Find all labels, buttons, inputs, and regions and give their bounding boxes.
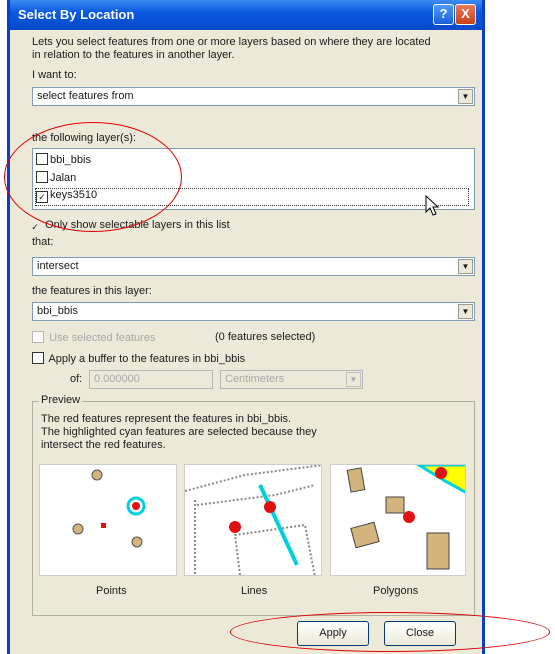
source-layer-select[interactable]: bbi_bbis ▼ (32, 302, 475, 321)
close-window-button[interactable]: X (455, 4, 476, 25)
layer-checkbox[interactable] (36, 171, 48, 183)
buffer-of-label: of: (70, 373, 83, 385)
method-select[interactable]: select features from ▼ (32, 87, 475, 106)
polygons-preview (330, 464, 466, 576)
description-line-2: in relation to the features in another l… (32, 49, 235, 61)
layers-label: the following layer(s): (32, 132, 136, 144)
features-selected-count: (0 features selected) (215, 331, 316, 343)
layer-name: bbi_bbis (50, 154, 91, 166)
window-title: Select By Location (18, 7, 135, 22)
lines-preview (184, 464, 322, 576)
layer-item-keys3510[interactable]: ✓ keys3510 (35, 188, 469, 206)
preview-text-line-2: The highlighted cyan features are select… (41, 426, 317, 438)
preview-group: Preview The red features represent the f… (32, 394, 475, 616)
that-label: that: (32, 236, 54, 248)
use-selected-label: Use selected features (49, 332, 156, 344)
preview-text-line-1: The red features represent the features … (41, 413, 292, 425)
polygons-caption: Polygons (373, 585, 419, 597)
layers-list[interactable]: bbi_bbis Jalan ✓ keys3510 (32, 148, 475, 210)
method-select-value: select features from (37, 90, 134, 102)
mouse-cursor-icon (425, 195, 440, 216)
layer-item-bbi-bbis[interactable]: bbi_bbis (36, 153, 91, 169)
use-selected-option[interactable]: Use selected features (32, 331, 155, 344)
lines-preview-graphic (185, 465, 321, 575)
help-button[interactable]: ? (433, 4, 454, 25)
chevron-down-icon[interactable]: ▼ (458, 304, 473, 319)
title-bar[interactable]: Select By Location ? X (10, 0, 482, 30)
buffer-option[interactable]: Apply a buffer to the features in bbi_bb… (32, 352, 245, 365)
buffer-distance-input[interactable]: 0.000000 (89, 370, 213, 389)
close-button[interactable]: Close (384, 621, 456, 646)
apply-button[interactable]: Apply (297, 621, 369, 646)
layer-checkbox-checked[interactable]: ✓ (36, 191, 48, 203)
polygons-preview-graphic (346, 465, 465, 570)
lines-caption: Lines (241, 585, 268, 597)
use-selected-checkbox[interactable] (32, 331, 44, 343)
select-by-location-dialog: Select By Location ? X Lets you select f… (7, 0, 485, 654)
only-selectable-option[interactable]: ✓ Only show selectable layers in this li… (30, 219, 230, 232)
preview-text-line-3: intersect the red features. (41, 439, 166, 451)
buffer-units-value: Centimeters (225, 373, 285, 385)
i-want-to-label: I want to: (32, 69, 77, 81)
points-preview (39, 464, 177, 576)
chevron-down-icon[interactable]: ▼ (458, 89, 473, 104)
buffer-distance-value: 0.000000 (94, 373, 140, 385)
description-line-1: Lets you select features from one or mor… (32, 36, 431, 48)
buffer-checkbox[interactable] (32, 352, 44, 364)
chevron-down-icon[interactable]: ▼ (458, 259, 473, 274)
buffer-label: Apply a buffer to the features in bbi_bb… (48, 353, 246, 365)
only-selectable-label: Only show selectable layers in this list (45, 219, 230, 231)
chevron-down-icon[interactable]: ▼ (346, 372, 361, 387)
layer-checkbox[interactable] (36, 153, 48, 165)
relationship-select-value: intersect (37, 260, 79, 272)
layer-name: keys3510 (50, 189, 98, 201)
checkmark-icon[interactable]: ✓ (30, 222, 40, 232)
layer-item-jalan[interactable]: Jalan (36, 171, 76, 187)
relationship-select[interactable]: intersect ▼ (32, 257, 475, 276)
buffer-units-select[interactable]: Centimeters ▼ (220, 370, 363, 389)
points-preview-graphic (72, 469, 146, 548)
layer-name: Jalan (50, 172, 77, 184)
points-caption: Points (96, 585, 127, 597)
source-layer-select-value: bbi_bbis (37, 305, 78, 317)
features-layer-label: the features in this layer: (32, 285, 152, 297)
preview-title: Preview (39, 394, 83, 406)
